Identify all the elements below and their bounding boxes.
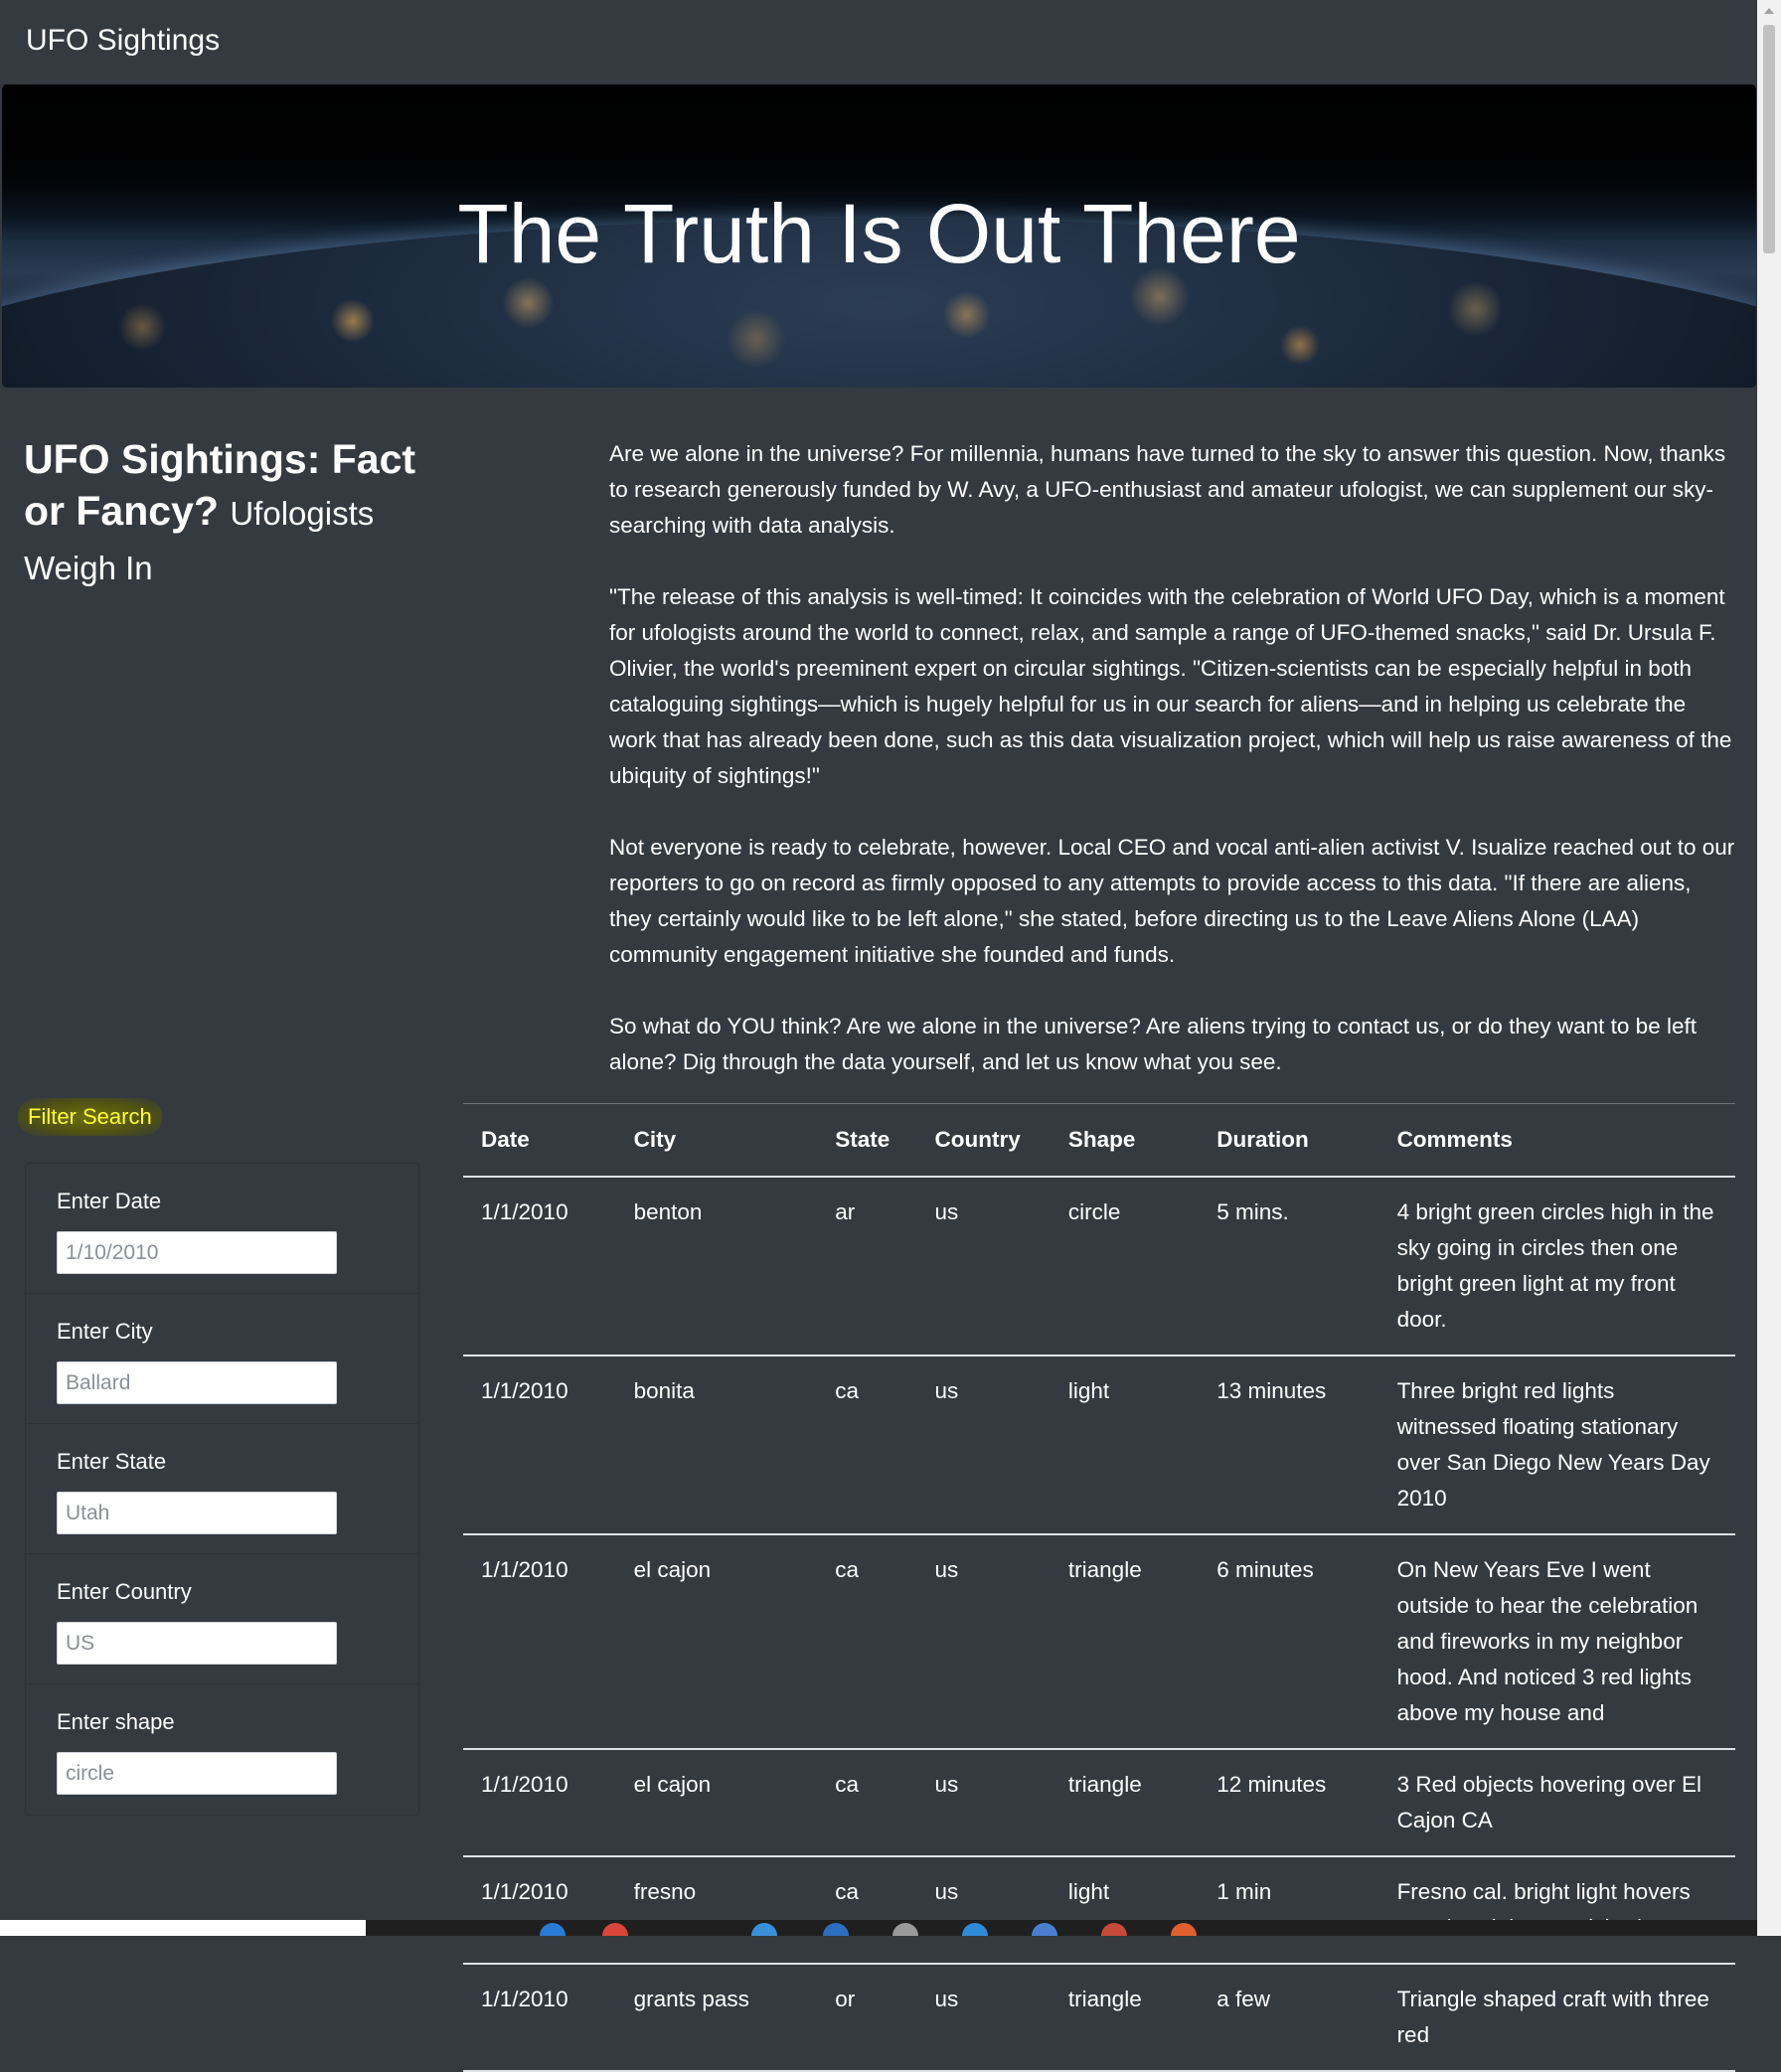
cell-duration: a few [1199, 1964, 1379, 2072]
cell-state: ca [817, 1534, 917, 1750]
column-header-shape: Shape [1050, 1103, 1200, 1178]
filter-panel: Enter Date Enter City Enter State Enter … [25, 1163, 419, 1816]
cell-shape: triangle [1050, 1749, 1200, 1857]
cell-country: us [916, 1749, 1051, 1857]
cell-country: us [916, 1355, 1051, 1535]
cell-date: 1/1/2010 [463, 1749, 616, 1857]
cell-duration: 13 minutes [1199, 1355, 1379, 1535]
scrollbar-thumb[interactable] [1763, 25, 1775, 253]
cell-comments: Three bright red lights witnessed floati… [1378, 1355, 1735, 1535]
article-paragraph: Are we alone in the universe? For millen… [609, 441, 1726, 538]
active-app-taskbar-icon[interactable] [1171, 1923, 1197, 1936]
column-header-country: Country [916, 1103, 1051, 1178]
city-input[interactable] [57, 1361, 337, 1404]
filter-country-label: Enter Country [57, 1579, 192, 1604]
cell-date: 1/1/2010 [463, 1355, 616, 1535]
cell-city: fresno [615, 1856, 818, 1965]
cell-city: benton [615, 1177, 818, 1356]
column-header-comments: Comments [1378, 1103, 1735, 1178]
cell-city: el cajon [615, 1749, 818, 1857]
cell-comments: Triangle shaped craft with three red [1378, 1964, 1735, 2072]
filter-item-country: Enter Country [26, 1554, 418, 1684]
cell-comments: Fresno cal. bright light hovers over hea… [1378, 1856, 1735, 1965]
cell-duration: 5 mins. [1199, 1177, 1379, 1356]
cell-state: or [817, 1964, 917, 2072]
cell-city: el cajon [615, 1534, 818, 1750]
filter-item-city: Enter City [26, 1294, 418, 1424]
cell-shape: triangle [1050, 1534, 1200, 1750]
filter-state-label: Enter State [57, 1449, 167, 1474]
filter-shape-label: Enter shape [57, 1709, 175, 1734]
cell-date: 1/1/2010 [463, 1534, 616, 1750]
cell-comments: 4 bright green circles high in the sky g… [1378, 1177, 1735, 1356]
state-input[interactable] [57, 1492, 337, 1534]
table-row: 1/1/2010 fresno ca us light 1 min Fresno… [463, 1856, 1735, 1965]
page-heading: UFO Sightings: Fact or Fancy? Ufologists… [24, 433, 461, 594]
filter-date-label: Enter Date [57, 1189, 162, 1213]
filter-city-label: Enter City [57, 1319, 153, 1344]
cell-duration: 6 minutes [1199, 1534, 1379, 1750]
chrome-taskbar-icon[interactable] [1101, 1923, 1127, 1936]
hero-banner: The Truth Is Out There [2, 84, 1756, 388]
scroll-up-arrow-icon[interactable] [1764, 8, 1774, 14]
cell-date: 1/1/2010 [463, 1177, 616, 1356]
cell-city: bonita [615, 1355, 818, 1535]
code-taskbar-icon[interactable] [962, 1923, 988, 1936]
filter-item-date: Enter Date [26, 1164, 418, 1294]
vertical-scrollbar[interactable] [1757, 0, 1781, 1936]
folder-taskbar-icon[interactable] [751, 1923, 777, 1936]
cell-country: us [916, 1177, 1051, 1356]
editor-taskbar-icon[interactable] [823, 1923, 849, 1936]
article-body: Are we alone in the universe? For millen… [609, 436, 1738, 1116]
cell-duration: 1 min [1199, 1856, 1379, 1965]
app-taskbar-icon[interactable] [602, 1923, 628, 1936]
filter-item-shape: Enter shape [26, 1684, 418, 1814]
cell-state: ar [817, 1177, 917, 1356]
cell-comments: On New Years Eve I went outside to hear … [1378, 1534, 1735, 1750]
article-paragraph: "The release of this analysis is well-ti… [609, 584, 1732, 788]
navbar: UFO Sightings [0, 0, 1757, 85]
taskbar [366, 1920, 1757, 1936]
table-header-row: Date City State Country Shape Duration C… [463, 1103, 1735, 1178]
column-header-duration: Duration [1199, 1103, 1379, 1178]
shape-input[interactable] [57, 1752, 337, 1795]
terminal-taskbar-icon[interactable] [892, 1923, 918, 1936]
chat-taskbar-icon[interactable] [1032, 1923, 1057, 1936]
article-paragraph: Not everyone is ready to celebrate, howe… [609, 835, 1735, 967]
table-row: 1/1/2010 grants pass or us triangle a fe… [463, 1964, 1735, 2072]
cell-shape: circle [1050, 1177, 1200, 1356]
country-input[interactable] [57, 1622, 337, 1665]
cell-comments: 3 Red objects hovering over El Cajon CA [1378, 1749, 1735, 1857]
date-input[interactable] [57, 1231, 337, 1274]
cell-country: us [916, 1964, 1051, 2072]
cell-state: ca [817, 1355, 917, 1535]
cell-shape: triangle [1050, 1964, 1200, 2072]
table-row: 1/1/2010 benton ar us circle 5 mins. 4 b… [463, 1177, 1735, 1356]
cell-state: ca [817, 1856, 917, 1965]
article-paragraph: So what do YOU think? Are we alone in th… [609, 1014, 1697, 1074]
navbar-brand[interactable]: UFO Sightings [26, 24, 220, 58]
column-header-city: City [615, 1103, 818, 1178]
cell-country: us [916, 1856, 1051, 1965]
table-row: 1/1/2010 el cajon ca us triangle 12 minu… [463, 1749, 1735, 1857]
browser-taskbar-icon[interactable] [540, 1923, 566, 1936]
cell-state: ca [817, 1749, 917, 1857]
cell-date: 1/1/2010 [463, 1856, 616, 1965]
cell-duration: 12 minutes [1199, 1749, 1379, 1857]
table-row: 1/1/2010 bonita ca us light 13 minutes T… [463, 1355, 1735, 1535]
hero-title: The Truth Is Out There [457, 187, 1301, 280]
cell-country: us [916, 1534, 1051, 1750]
filter-item-state: Enter State [26, 1424, 418, 1554]
table-row: 1/1/2010 el cajon ca us triangle 6 minut… [463, 1534, 1735, 1750]
cell-city: grants pass [615, 1964, 818, 2072]
cell-shape: light [1050, 1355, 1200, 1535]
cell-shape: light [1050, 1856, 1200, 1965]
filter-search-label: Filter Search [18, 1098, 162, 1136]
column-header-date: Date [463, 1103, 616, 1178]
window-bottom-edge [0, 1920, 366, 1936]
column-header-state: State [817, 1103, 917, 1178]
cell-date: 1/1/2010 [463, 1964, 616, 2072]
